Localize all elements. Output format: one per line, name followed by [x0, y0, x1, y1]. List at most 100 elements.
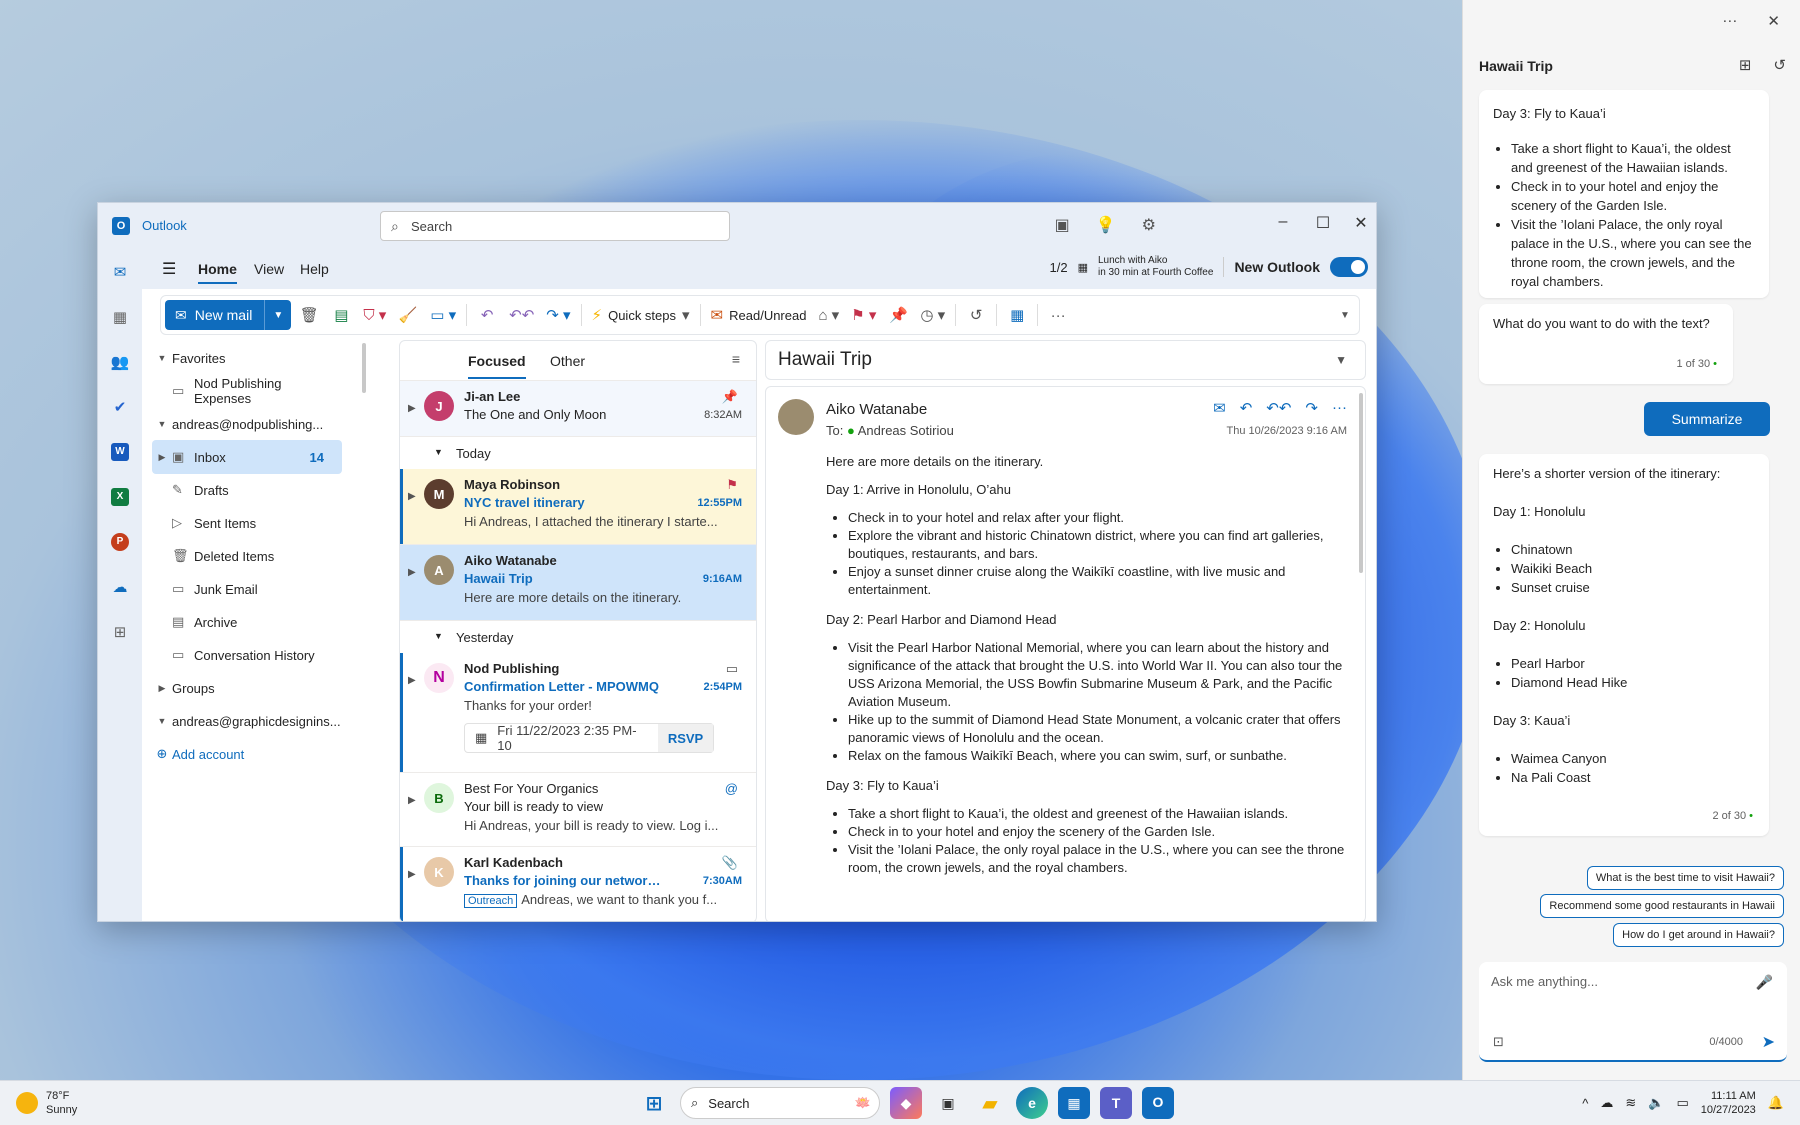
- reply-icon[interactable]: ↶: [473, 300, 501, 330]
- new-mail-dropdown[interactable]: ▼: [265, 310, 291, 321]
- sweep-icon[interactable]: 🧹: [394, 300, 422, 330]
- more-apps-icon[interactable]: ⊞: [98, 609, 142, 654]
- folder-drafts[interactable]: ✎ Drafts: [152, 473, 342, 507]
- move-to-icon[interactable]: ▭ ▾: [426, 300, 460, 330]
- new-outlook-toggle[interactable]: [1330, 257, 1368, 277]
- expand-chevron-icon[interactable]: ▶: [408, 869, 416, 880]
- close-button[interactable]: ✕: [1346, 213, 1376, 233]
- windows-start-icon[interactable]: ⊞: [638, 1087, 670, 1119]
- forward-icon[interactable]: ↷: [1305, 399, 1318, 417]
- message-item[interactable]: ▶ M Maya Robinson NYC travel itinerary ⚑…: [400, 469, 756, 545]
- reminder[interactable]: Lunch with Aiko in 30 min at Fourth Coff…: [1098, 255, 1213, 279]
- maximize-button[interactable]: ☐: [1308, 213, 1338, 233]
- report-icon[interactable]: ⛉ ▾: [359, 300, 390, 330]
- delete-icon[interactable]: 🗑: [295, 300, 323, 330]
- message-item[interactable]: ▶ K Karl Kadenbach Thanks for joining ou…: [400, 847, 756, 921]
- favorites-header[interactable]: ▼ Favorites: [152, 341, 342, 375]
- group-header-today[interactable]: ▼ Today: [400, 437, 756, 469]
- tab-help[interactable]: Help: [300, 261, 329, 277]
- summary-icon[interactable]: ✉: [1213, 399, 1226, 417]
- weather-widget[interactable]: 78°F Sunny: [16, 1089, 77, 1117]
- store-icon[interactable]: ▦: [1058, 1087, 1090, 1119]
- more-icon[interactable]: ···: [1332, 399, 1347, 417]
- powerpoint-icon[interactable]: P: [98, 519, 142, 564]
- screenshot-icon[interactable]: ⊡: [1493, 1034, 1504, 1050]
- copilot-icon[interactable]: ◆: [890, 1087, 922, 1119]
- teams-icon[interactable]: T: [1100, 1087, 1132, 1119]
- folder-inbox[interactable]: ▶ ▣ Inbox 14: [152, 440, 342, 474]
- folder-deleted-items[interactable]: 🗑 Deleted Items: [152, 539, 342, 573]
- expand-chevron-icon[interactable]: ▶: [408, 491, 416, 502]
- recipient-name[interactable]: Andreas Sotiriou: [858, 423, 954, 438]
- expand-chevron-icon[interactable]: ▶: [408, 675, 416, 686]
- history-icon[interactable]: ↺: [1773, 56, 1786, 74]
- apps-icon[interactable]: ▦: [1003, 300, 1031, 330]
- chevron-down-icon[interactable]: ▼: [1335, 353, 1347, 367]
- clock[interactable]: 11:11 AM 10/27/2023: [1701, 1089, 1756, 1117]
- outlook-taskbar-icon[interactable]: O: [1142, 1087, 1174, 1119]
- sender-name[interactable]: Aiko Watanabe: [826, 401, 927, 418]
- ask-input[interactable]: Ask me anything... 🎤 ⊡ 0/4000 ➤: [1479, 962, 1787, 1062]
- people-icon[interactable]: 👥: [98, 339, 142, 384]
- settings-gear-icon[interactable]: ⚙: [1142, 215, 1156, 235]
- tag-icon[interactable]: ⌂ ▾: [814, 300, 843, 330]
- read-unread-button[interactable]: ✉ Read/Unread: [707, 300, 811, 330]
- quick-steps-button[interactable]: ⚡ Quick steps ▾: [588, 300, 694, 330]
- task-view-icon[interactable]: ▣: [932, 1087, 964, 1119]
- battery-icon[interactable]: ▭: [1676, 1095, 1688, 1111]
- suggestion-chip[interactable]: Recommend some good restaurants in Hawai…: [1540, 894, 1784, 918]
- account-header-2[interactable]: ▼ andreas@graphicdesignins...: [152, 704, 342, 738]
- new-mail-button[interactable]: ✉ New mail ▼: [165, 300, 292, 330]
- suggestion-chip[interactable]: How do I get around in Hawaii?: [1613, 923, 1784, 947]
- filter-icon[interactable]: ≡: [732, 351, 740, 367]
- forward-icon[interactable]: ↷ ▾: [542, 300, 574, 330]
- excel-icon[interactable]: X: [98, 474, 142, 519]
- folder-archive[interactable]: ▤ Archive: [152, 605, 342, 639]
- minimize-button[interactable]: –: [1268, 213, 1298, 231]
- account-header-1[interactable]: ▼ andreas@nodpublishing...: [152, 407, 342, 441]
- reply-icon[interactable]: ↶: [1240, 399, 1253, 417]
- more-options-button[interactable]: ···: [1044, 300, 1072, 330]
- groups-header[interactable]: ▶ Groups: [152, 671, 342, 705]
- tab-home[interactable]: Home: [198, 261, 237, 284]
- close-icon[interactable]: ✕: [1767, 12, 1780, 30]
- search-box[interactable]: ⌕ Search: [380, 211, 730, 241]
- file-explorer-icon[interactable]: ▰: [974, 1087, 1006, 1119]
- reply-all-icon[interactable]: ↶↶: [505, 300, 538, 330]
- calendar-icon[interactable]: ▦: [98, 294, 142, 339]
- tab-other[interactable]: Other: [550, 353, 585, 369]
- edge-icon[interactable]: e: [1016, 1087, 1048, 1119]
- send-icon[interactable]: ➤: [1762, 1032, 1775, 1052]
- folder-junk-email[interactable]: ▭ Junk Email: [152, 572, 342, 606]
- summarize-button[interactable]: Summarize: [1644, 402, 1770, 436]
- tab-focused[interactable]: Focused: [468, 353, 526, 379]
- folder-scrollbar[interactable]: [362, 343, 366, 393]
- volume-icon[interactable]: 🔈: [1648, 1095, 1664, 1111]
- pin-icon[interactable]: 📌: [722, 389, 738, 405]
- archive-icon[interactable]: ▤: [327, 300, 355, 330]
- pin-icon[interactable]: 📌: [884, 300, 912, 330]
- message-item[interactable]: ▶ B Best For Your Organics Your bill is …: [400, 773, 756, 847]
- suggestion-chip[interactable]: What is the best time to visit Hawaii?: [1586, 866, 1784, 890]
- folder-nod-publishing-expenses[interactable]: ▭ Nod Publishing Expenses: [152, 374, 342, 408]
- rsvp-button[interactable]: RSVP: [658, 724, 713, 752]
- hamburger-menu-icon[interactable]: ☰: [162, 259, 176, 279]
- microphone-icon[interactable]: 🎤: [1756, 974, 1773, 991]
- undo-icon[interactable]: ↺: [962, 300, 990, 330]
- more-icon[interactable]: ···: [1722, 12, 1737, 30]
- folder-sent-items[interactable]: ▷ Sent Items: [152, 506, 342, 540]
- onedrive-icon[interactable]: ☁: [98, 564, 142, 609]
- expand-chevron-icon[interactable]: ▶: [408, 795, 416, 806]
- message-item-selected[interactable]: ▶ A Aiko Watanabe Hawaii Trip 9:16AM Her…: [400, 545, 756, 621]
- notification-bell-icon[interactable]: 🔔: [1768, 1095, 1784, 1111]
- folder-conversation-history[interactable]: ▭ Conversation History: [152, 638, 342, 672]
- reply-all-icon[interactable]: ↶↶: [1266, 399, 1291, 417]
- flag-icon[interactable]: ⚑ ▾: [847, 300, 880, 330]
- mail-icon[interactable]: ✉: [98, 249, 142, 294]
- todo-icon[interactable]: ✔: [98, 384, 142, 429]
- group-header-yesterday[interactable]: ▼ Yesterday: [400, 621, 756, 653]
- expand-chevron-icon[interactable]: ▶: [408, 403, 416, 414]
- chevron-up-icon[interactable]: ^: [1582, 1096, 1588, 1111]
- onedrive-icon[interactable]: ☁: [1600, 1095, 1613, 1111]
- reading-scrollbar[interactable]: [1359, 393, 1363, 573]
